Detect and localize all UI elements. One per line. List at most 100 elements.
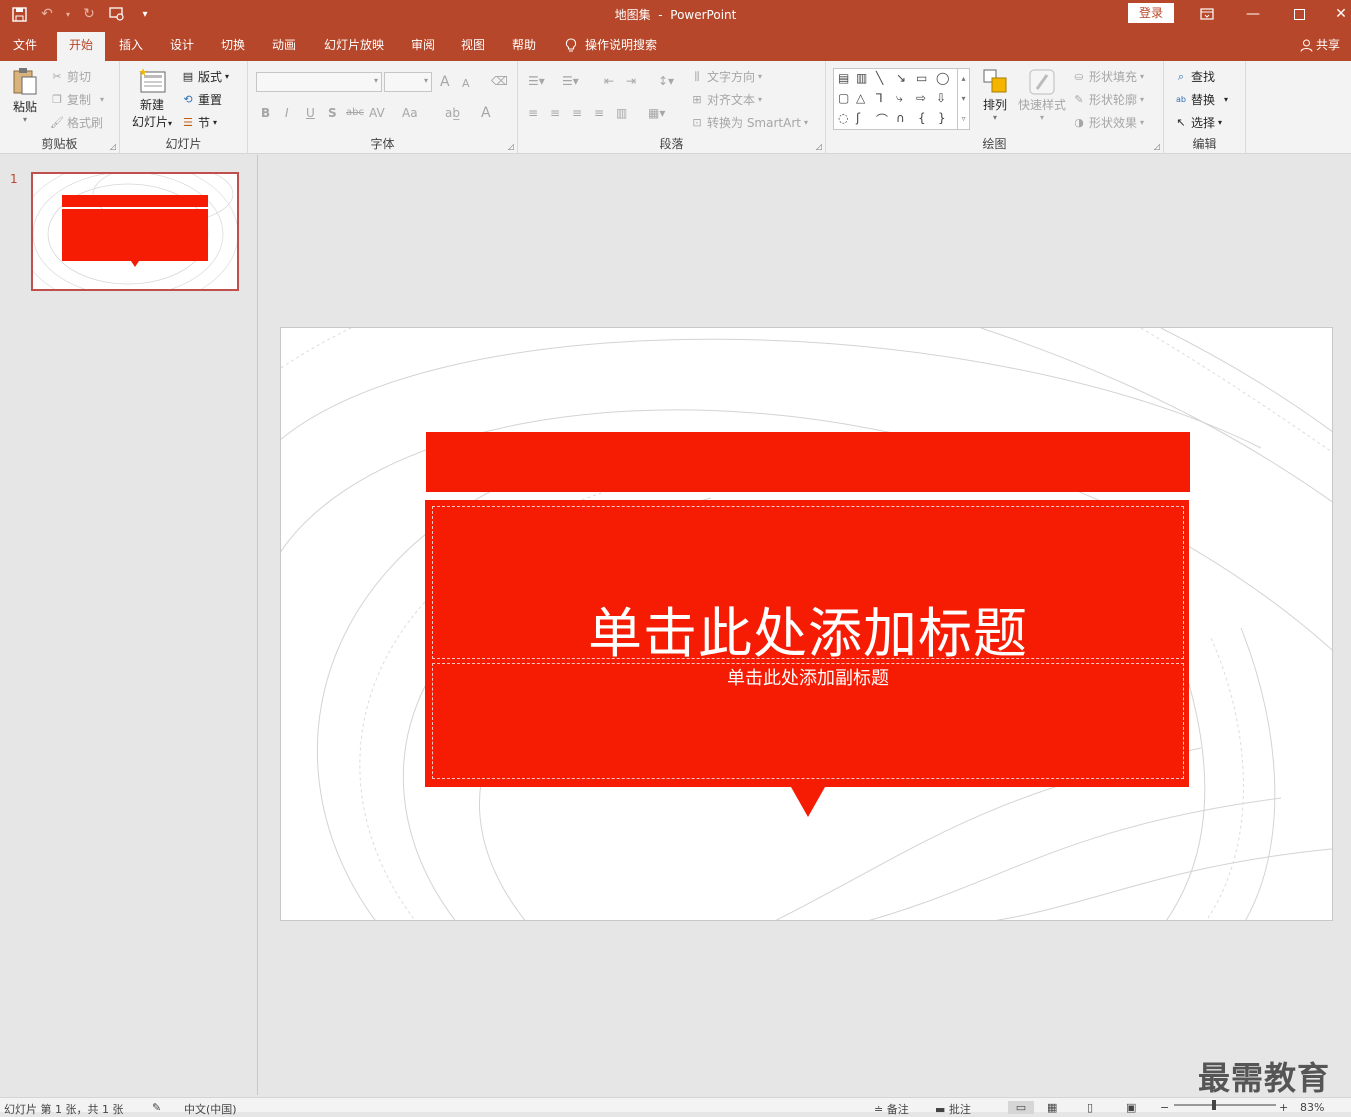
decrease-indent-icon[interactable]: ⇤ [604,74,614,88]
layout-button[interactable]: ▤ 版式 ▾ [181,68,229,85]
down-arrow-shape-icon[interactable]: ⇩ [936,91,946,105]
justify-icon[interactable]: ≡ [594,106,604,120]
tab-review[interactable]: 审阅 [402,32,444,61]
tab-insert[interactable]: 插入 [110,32,152,61]
zoom-in-icon[interactable]: + [1279,1101,1288,1114]
tab-animations[interactable]: 动画 [263,32,305,61]
reset-button[interactable]: ⟲ 重置 [181,91,222,108]
shrink-font-button[interactable]: A [462,77,470,90]
font-family-dropdown[interactable]: ▾ [256,72,382,92]
clear-formatting-icon[interactable]: ⌫ [491,74,508,88]
tab-view[interactable]: 视图 [452,32,494,61]
shape-outline-button[interactable]: ✎ 形状轮廓 ▾ [1072,91,1144,108]
comments-button[interactable]: ▬ 批注 [935,1101,971,1117]
cut-button[interactable]: ✂ 剪切 [50,68,91,85]
close-icon[interactable]: ✕ [1318,0,1351,28]
new-slide-button[interactable]: 新建 幻灯片▾ [128,67,176,130]
rectangle-shape-icon[interactable]: ▭ [916,71,927,85]
dialog-launcher-icon[interactable]: ◿ [1154,142,1160,151]
zoom-slider[interactable] [1174,1104,1276,1106]
paste-button[interactable]: 粘贴 ▾ [8,67,42,124]
dialog-launcher-icon[interactable]: ◿ [110,142,116,151]
align-text-button[interactable]: ⊞ 对齐文本 ▾ [690,91,762,108]
title-placeholder[interactable]: 单击此处添加标题 [432,506,1184,665]
rounded-rect-shape-icon[interactable]: ▢ [838,91,849,105]
normal-view-icon[interactable]: ▭ [1008,1101,1034,1114]
login-button[interactable]: 登录 [1128,3,1174,23]
right-arrow-shape-icon[interactable]: ⇨ [916,91,926,105]
arrow-line-shape-icon[interactable]: ↘ [896,71,906,85]
slide-canvas[interactable]: 单击此处添加标题 单击此处添加副标题 [280,327,1333,921]
tab-slideshow[interactable]: 幻灯片放映 [317,32,391,61]
highlight-icon[interactable]: ab̲ [445,106,460,120]
dialog-launcher-icon[interactable]: ◿ [816,142,822,151]
change-case-button[interactable]: Aa [402,106,418,120]
notes-button[interactable]: ≐ 备注 [874,1101,909,1117]
callout-shape[interactable]: 单击此处添加标题 单击此处添加副标题 [425,500,1189,787]
zoom-out-icon[interactable]: − [1160,1101,1169,1114]
numbering-icon[interactable]: ☰▾ [562,74,579,88]
oval-shape-icon[interactable]: ◯ [936,71,949,85]
subtitle-placeholder[interactable]: 单击此处添加副标题 [432,663,1184,779]
language-indicator[interactable]: 中文(中国) [184,1101,237,1117]
left-brace-shape-icon[interactable]: { [918,111,926,125]
share-button[interactable]: 共享 [1300,32,1340,58]
tab-help[interactable]: 帮助 [503,32,545,61]
align-center-icon[interactable]: ≡ [550,106,560,120]
line-shape-icon[interactable]: ╲ [876,71,883,85]
slide-sorter-icon[interactable]: ▦ [1047,1101,1057,1114]
shape-fill-button[interactable]: ⛀ 形状填充 ▾ [1072,68,1144,85]
grow-font-button[interactable]: A [440,74,450,90]
tab-design[interactable]: 设计 [161,32,203,61]
replace-button[interactable]: ab 替换 ▾ [1174,91,1228,108]
columns-icon[interactable]: ▦▾ [648,106,665,120]
scribble-shape-icon[interactable]: ʃ [856,111,860,125]
elbow-connector-shape-icon[interactable]: ⅂ [876,91,883,105]
increase-indent-icon[interactable]: ⇥ [626,74,636,88]
slideshow-view-icon[interactable]: ▣ [1126,1101,1136,1114]
bullets-icon[interactable]: ☰▾ [528,74,545,88]
select-button[interactable]: ↖ 选择 ▾ [1174,114,1222,131]
find-button[interactable]: ⌕ 查找 [1174,68,1215,85]
header-band[interactable] [426,432,1190,492]
text-direction-button[interactable]: ⫼ 文字方向 ▾ [690,68,762,85]
font-size-dropdown[interactable]: ▾ [384,72,432,92]
arc-shape-icon[interactable]: ⌒ [876,111,888,128]
font-color-button[interactable]: A [481,105,491,121]
underline-button[interactable]: U [306,106,315,120]
shape-effects-button[interactable]: ◑ 形状效果 ▾ [1072,114,1144,131]
shapes-gallery[interactable]: ▤ ▥ ╲ ↘ ▭ ◯ ▢ △ ⅂ ⤷ ⇨ ⇩ ◌ ʃ ⌒ ∩ { } ▴ ▾ ▿ [833,68,970,130]
align-right-icon[interactable]: ≡ [572,106,582,120]
slide-thumbnail[interactable] [31,172,239,291]
triangle-shape-icon[interactable]: △ [856,91,865,105]
minimize-icon[interactable]: — [1230,0,1276,28]
tab-transitions[interactable]: 切换 [212,32,254,61]
format-painter-button[interactable]: 🖌 格式刷 [50,114,103,131]
tell-me-search[interactable]: 操作说明搜索 [565,32,657,58]
italic-button[interactable]: I [285,106,289,120]
reading-view-icon[interactable]: ▯ [1087,1101,1093,1114]
maximize-icon[interactable] [1276,0,1322,28]
freeform-shape-icon[interactable]: ◌ [838,111,848,125]
right-brace-shape-icon[interactable]: } [938,111,946,125]
gallery-scroll[interactable]: ▴ ▾ ▿ [957,69,969,129]
zoom-level[interactable]: 83% [1300,1101,1324,1114]
elbow-arrow-shape-icon[interactable]: ⤷ [896,91,903,106]
copy-button[interactable]: ❐ 复制 ▾ [50,91,104,108]
vertical-textbox-shape-icon[interactable]: ▥ [856,71,867,85]
tab-file[interactable]: 文件 [4,32,46,61]
curve-shape-icon[interactable]: ∩ [896,111,905,125]
text-shadow-button[interactable]: S [328,106,337,120]
character-spacing-button[interactable]: AV [369,106,385,120]
ribbon-display-options-icon[interactable] [1184,0,1230,28]
distributed-icon[interactable]: ▥ [616,106,627,120]
bold-button[interactable]: B [261,106,270,120]
textbox-shape-icon[interactable]: ▤ [838,71,849,85]
strikethrough-button[interactable]: abc [346,107,364,118]
zoom-slider-thumb[interactable] [1212,1100,1216,1110]
spell-check-icon[interactable]: ✎ [152,1101,161,1114]
convert-smartart-button[interactable]: ⊡ 转换为 SmartArt ▾ [690,114,808,131]
tab-home[interactable]: 开始 [57,32,105,61]
section-button[interactable]: ☰ 节 ▾ [181,114,217,131]
line-spacing-icon[interactable]: ↕▾ [658,74,674,88]
